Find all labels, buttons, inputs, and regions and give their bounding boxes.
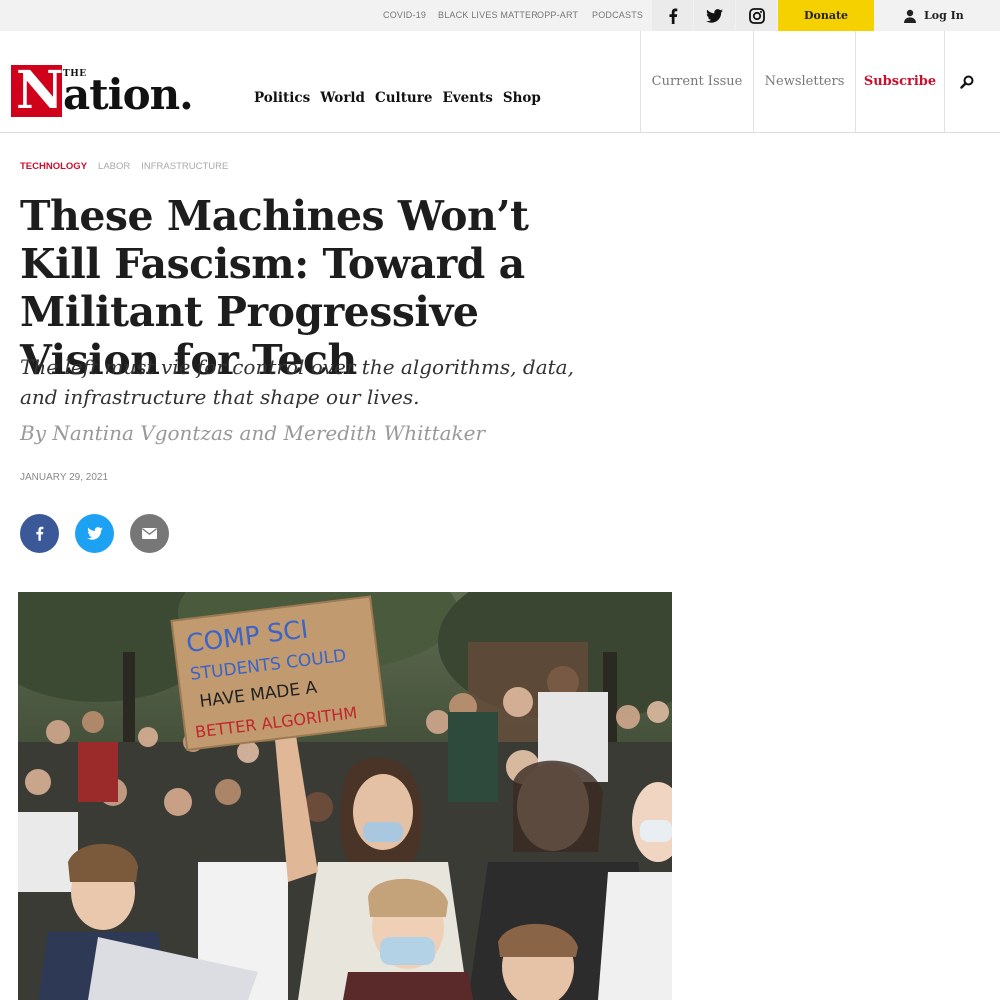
article-tags: TECHNOLOGY LABOR INFRASTRUCTURE bbox=[20, 161, 228, 172]
logo-n: N bbox=[16, 60, 64, 121]
share-twitter-button[interactable] bbox=[75, 514, 114, 553]
nav-link-world[interactable]: World bbox=[320, 90, 365, 106]
login-label: Log In bbox=[924, 9, 964, 22]
current-issue-link[interactable]: Current Issue bbox=[640, 31, 753, 132]
login-button[interactable]: Log In bbox=[903, 0, 964, 31]
logo-wordmark: ation. bbox=[63, 70, 194, 119]
facebook-icon[interactable] bbox=[652, 0, 693, 31]
nav-link-politics[interactable]: Politics bbox=[254, 90, 310, 106]
tag-technology[interactable]: TECHNOLOGY bbox=[20, 161, 87, 172]
util-link-covid[interactable]: COVID-19 bbox=[383, 0, 426, 31]
facebook-icon bbox=[36, 526, 44, 541]
hero-image: COMP SCI STUDENTS COULD HAVE MADE A BETT… bbox=[18, 592, 672, 1000]
tag-labor[interactable]: LABOR bbox=[98, 161, 130, 172]
nav-link-events[interactable]: Events bbox=[442, 90, 492, 106]
util-link-opp-art[interactable]: OPP-ART bbox=[537, 0, 578, 31]
share-email-button[interactable] bbox=[130, 514, 169, 553]
share-facebook-button[interactable] bbox=[20, 514, 59, 553]
twitter-icon bbox=[86, 527, 103, 540]
user-icon bbox=[904, 9, 916, 23]
article-dek: The left must vie for control over the a… bbox=[20, 355, 574, 409]
twitter-icon[interactable] bbox=[694, 0, 735, 31]
search-button[interactable] bbox=[944, 31, 988, 132]
site-logo[interactable]: N THE ation. bbox=[11, 61, 194, 121]
nav-link-culture[interactable]: Culture bbox=[375, 90, 432, 106]
main-header: N THE ation. Politics World Culture Even… bbox=[0, 31, 1000, 133]
donate-button[interactable]: Donate bbox=[778, 0, 874, 31]
instagram-icon[interactable] bbox=[736, 0, 777, 31]
util-link-podcasts[interactable]: PODCASTS bbox=[592, 0, 643, 31]
utility-bar: COVID-19 BLACK LIVES MATTER OPP-ART PODC… bbox=[0, 0, 1000, 31]
tag-infrastructure[interactable]: INFRASTRUCTURE bbox=[141, 161, 228, 172]
article-date: JANUARY 29, 2021 bbox=[20, 472, 109, 483]
primary-nav: Politics World Culture Events Shop bbox=[254, 90, 551, 106]
search-icon bbox=[959, 75, 973, 89]
email-icon bbox=[142, 528, 157, 539]
newsletters-link[interactable]: Newsletters bbox=[753, 31, 855, 132]
nav-link-shop[interactable]: Shop bbox=[503, 90, 541, 106]
subscribe-link[interactable]: Subscribe bbox=[855, 31, 944, 132]
protest-photo: COMP SCI STUDENTS COULD HAVE MADE A BETT… bbox=[18, 592, 672, 1000]
util-link-blm[interactable]: BLACK LIVES MATTER bbox=[438, 0, 538, 31]
article-byline[interactable]: By Nantina Vgontzas and Meredith Whittak… bbox=[20, 421, 485, 445]
